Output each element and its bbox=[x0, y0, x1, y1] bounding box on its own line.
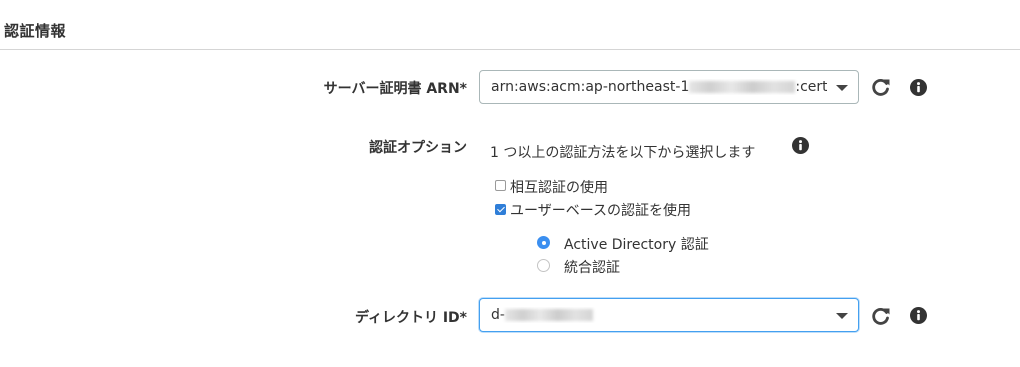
refresh-icon[interactable] bbox=[870, 305, 892, 327]
section-title: 認証情報 bbox=[4, 22, 67, 40]
directory-id-value: d- bbox=[491, 307, 827, 323]
server-cert-arn-prefix: arn:aws:acm:ap-northeast-1 bbox=[491, 79, 690, 95]
mutual-auth-label: 相互認証の使用 bbox=[510, 180, 608, 196]
directory-id-prefix: d- bbox=[491, 307, 505, 323]
redacted-text bbox=[504, 309, 593, 321]
server-cert-arn-suffix: :certi bbox=[795, 79, 827, 95]
directory-id-label: ディレクトリ ID* bbox=[354, 310, 467, 326]
section-divider bbox=[0, 49, 1020, 50]
mutual-auth-checkbox[interactable] bbox=[495, 180, 506, 191]
user-based-auth-label: ユーザーベースの認証を使用 bbox=[510, 203, 692, 219]
federated-auth-label: 統合認証 bbox=[564, 260, 620, 276]
active-directory-label: Active Directory 認証 bbox=[564, 237, 709, 253]
refresh-icon[interactable] bbox=[870, 76, 892, 98]
redacted-text bbox=[689, 81, 796, 93]
authentication-info-panel: 認証情報 サーバー証明書 ARN* arn:aws:acm:ap-northea… bbox=[0, 0, 1020, 367]
server-cert-arn-label: サーバー証明書 ARN* bbox=[323, 81, 467, 97]
server-cert-arn-value: arn:aws:acm:ap-northeast-1 :certi bbox=[491, 79, 827, 95]
info-icon[interactable] bbox=[792, 137, 809, 154]
server-cert-arn-select[interactable]: arn:aws:acm:ap-northeast-1 :certi bbox=[479, 70, 859, 104]
chevron-down-icon bbox=[836, 313, 848, 319]
directory-id-select[interactable]: d- bbox=[479, 298, 859, 332]
active-directory-radio[interactable] bbox=[537, 236, 550, 249]
info-icon[interactable] bbox=[910, 307, 927, 324]
federated-auth-radio[interactable] bbox=[537, 259, 550, 272]
auth-options-label: 認証オプション bbox=[369, 140, 467, 156]
user-based-auth-checkbox[interactable] bbox=[495, 204, 506, 215]
auth-options-description: 1 つ以上の認証方法を以下から選択します bbox=[490, 145, 756, 161]
chevron-down-icon bbox=[836, 85, 848, 91]
info-icon[interactable] bbox=[910, 79, 927, 96]
